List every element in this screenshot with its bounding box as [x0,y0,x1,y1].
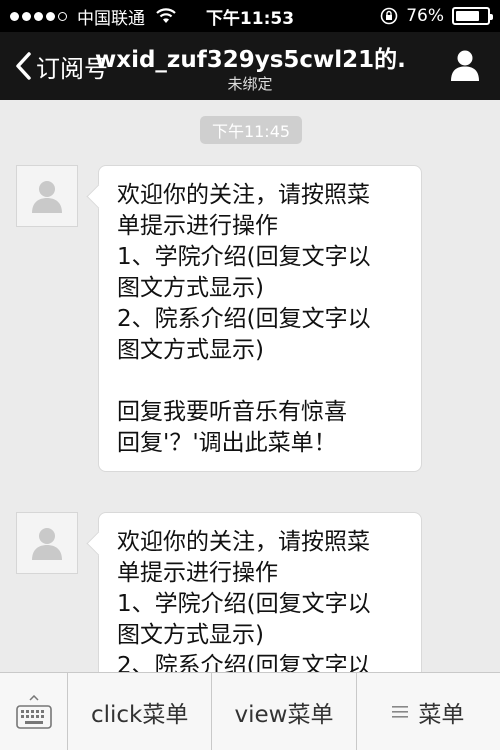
status-left: 中国联通 [10,0,177,32]
avatar[interactable] [16,165,78,227]
person-icon[interactable] [448,48,482,82]
menu-item-label: 菜单 [418,702,465,728]
message-line: 2、院系介绍(回复文字以 [117,653,371,672]
menu-item-click[interactable]: click菜单 [68,673,213,750]
custom-menu-bar: click菜单 view菜单 菜单 [0,672,500,750]
menu-lines-icon [392,706,409,718]
menu-item-view[interactable]: view菜单 [212,673,357,750]
menu-item-menu[interactable]: 菜单 [357,673,500,750]
battery-percent: 76% [406,6,444,26]
message-line: 图文方式显示) [117,622,264,648]
chat-title: wxid_zuf329ys5cwl21的... [95,47,405,73]
rotation-lock-icon [380,7,398,25]
keyboard-toggle-button[interactable] [0,673,68,750]
signal-strength-icon [10,11,67,21]
message-line: 欢迎你的关注，请按照菜 [117,529,370,555]
message-line: 1、学院介绍(回复文字以 [117,244,371,270]
message-row: 欢迎你的关注，请按照菜 单提示进行操作 1、学院介绍(回复文字以 图文方式显示)… [16,165,422,472]
chat-area[interactable]: 下午11:45 欢迎你的关注，请按照菜 单提示进行操作 1、学院介绍(回复文字以… [0,100,500,672]
message-line: 单提示进行操作 [117,560,278,586]
status-bar: 中国联通 下午11:53 76% [0,0,500,32]
message-line: 欢迎你的关注，请按照菜 [117,182,370,208]
battery-icon [452,7,493,25]
message-line: 图文方式显示) [117,275,264,301]
keyboard-icon [15,705,52,729]
message-line: 回复我要听音乐有惊喜 [117,399,347,425]
avatar[interactable] [16,512,78,574]
message-line: 回复'？'调出此菜单！ [117,430,337,456]
message-line: 2、院系介绍(回复文字以 [117,306,371,332]
default-avatar-icon [32,528,62,560]
default-avatar-icon [32,181,62,213]
wifi-icon [156,8,176,23]
message-line: 单提示进行操作 [117,213,278,239]
message-timestamp: 下午11:45 [200,116,302,144]
message-bubble[interactable]: 欢迎你的关注，请按照菜 单提示进行操作 1、学院介绍(回复文字以 图文方式显示)… [98,512,422,672]
message-bubble[interactable]: 欢迎你的关注，请按照菜 单提示进行操作 1、学院介绍(回复文字以 图文方式显示)… [98,165,422,472]
caret-up-icon [28,695,39,701]
message-row: 欢迎你的关注，请按照菜 单提示进行操作 1、学院介绍(回复文字以 图文方式显示)… [16,512,422,672]
chat-subtitle: 未绑定 [227,75,273,93]
message-line [117,366,403,397]
status-right: 76% [380,0,493,32]
navigation-bar: 订阅号 wxid_zuf329ys5cwl21的... 未绑定 [0,32,500,100]
message-line: 图文方式显示) [117,337,264,363]
message-line: 1、学院介绍(回复文字以 [117,591,371,617]
carrier-name: 中国联通 [77,8,145,29]
